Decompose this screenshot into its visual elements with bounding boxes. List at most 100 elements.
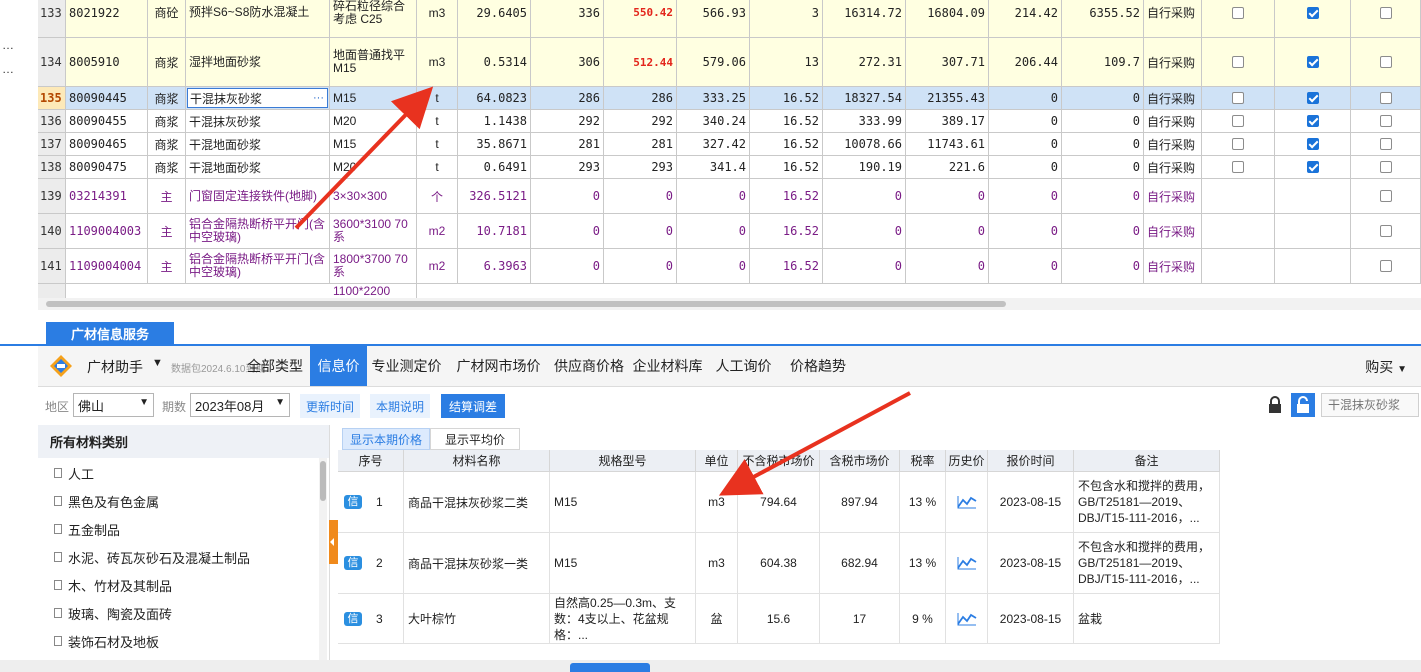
checkbox[interactable]	[1379, 161, 1392, 173]
cell-t2[interactable]: 0	[906, 179, 989, 214]
cell-name[interactable]: 干混抹灰砂浆 ···	[186, 87, 330, 110]
checkbox-cell[interactable]	[1275, 133, 1351, 156]
checkbox-cell[interactable]	[1202, 87, 1275, 110]
checkbox-cell[interactable]	[1202, 133, 1275, 156]
cell-p2[interactable]: 281	[604, 133, 677, 156]
cell-d1[interactable]: 0	[989, 249, 1062, 284]
cell-type[interactable]: 主	[148, 179, 186, 214]
column-header[interactable]: 不含税市场价	[738, 450, 820, 472]
checkbox[interactable]	[1306, 92, 1319, 104]
cell-p2[interactable]: 0	[604, 214, 677, 249]
cell-qty[interactable]: 64.0823	[458, 87, 531, 110]
ellipsis-button[interactable]: ···	[313, 92, 324, 104]
cell-spec[interactable]: 自然高0.25—0.3m、支数：4支以上、花盆规格：...	[550, 594, 696, 644]
cell-spec[interactable]: M20	[330, 156, 417, 179]
cell-t2[interactable]: 0	[906, 214, 989, 249]
checkbox[interactable]	[1379, 56, 1392, 68]
column-header[interactable]: 单位	[696, 450, 738, 472]
cell-p1[interactable]: 281	[531, 133, 604, 156]
scrollbar-thumb[interactable]	[46, 301, 1006, 307]
search-input[interactable]	[1321, 393, 1419, 417]
category-item[interactable]: 人工	[54, 463, 94, 483]
cell-tax-rate[interactable]: 13 %	[900, 472, 946, 533]
cell-p3[interactable]: 0	[677, 179, 750, 214]
checkbox[interactable]	[1232, 161, 1244, 173]
sidebar-scrollbar[interactable]	[319, 458, 327, 672]
checkbox[interactable]	[1379, 225, 1392, 237]
checkbox-cell[interactable]	[1202, 179, 1275, 214]
checkbox-cell[interactable]	[1275, 38, 1351, 87]
collapse-sidebar-handle[interactable]	[329, 520, 338, 564]
cell-unit[interactable]: 个	[417, 179, 458, 214]
update-time-button[interactable]: 更新时间	[300, 394, 360, 418]
checkbox-cell[interactable]	[1275, 249, 1351, 284]
cell-spec[interactable]: 碎石粒径综合考虑 C25	[330, 0, 417, 38]
cell-p1[interactable]: 293	[531, 156, 604, 179]
checkbox[interactable]	[1232, 6, 1244, 19]
table-row[interactable]: 141 1109004004 主铝合金隔热断桥平开门(含中空玻璃) 1800*3700…	[38, 249, 1421, 284]
category-item[interactable]: 黑色及有色金属	[54, 491, 159, 511]
cell-src[interactable]: 自行采购	[1144, 38, 1202, 87]
cell-src[interactable]: 自行采购	[1144, 133, 1202, 156]
brand-name[interactable]: 广材助手	[87, 357, 143, 377]
cell-spec[interactable]: 地面普通找平 M15	[330, 38, 417, 87]
trend-chart-icon[interactable]	[956, 612, 977, 626]
cell-spec[interactable]: M15	[550, 533, 696, 594]
cell-name[interactable]: 干混地面砂浆	[186, 133, 330, 156]
cell-p2[interactable]: 550.42	[604, 0, 677, 38]
cell-spec[interactable]: M15	[330, 87, 417, 110]
checkbox-cell[interactable]	[1351, 133, 1421, 156]
checkbox-cell[interactable]	[1351, 156, 1421, 179]
checkbox-cell[interactable]	[1275, 0, 1351, 38]
cell-d2[interactable]: 0	[1062, 249, 1144, 284]
cell-d1[interactable]: 206.44	[989, 38, 1062, 87]
table-row[interactable]: 137 80090465 商浆 干混地面砂浆 M15 t 35.8671 281 281 327.…	[38, 133, 1421, 156]
cell-unit[interactable]: m3	[696, 533, 738, 594]
cell-tax-rate[interactable]: 9 %	[900, 594, 946, 644]
cell-d2[interactable]: 0	[1062, 156, 1144, 179]
cell-p3[interactable]: 0	[677, 214, 750, 249]
cell-type[interactable]: 主	[148, 214, 186, 249]
cell-p1[interactable]: 306	[531, 38, 604, 87]
checkbox-cell[interactable]	[1202, 38, 1275, 87]
cell-p2[interactable]: 292	[604, 110, 677, 133]
cell-type[interactable]: 商浆	[148, 110, 186, 133]
cell-rate[interactable]: 16.52	[750, 87, 823, 110]
cell-code[interactable]: 80090465	[66, 133, 148, 156]
checkbox[interactable]	[1379, 190, 1392, 202]
cell-material-name[interactable]: 商品干混抹灰砂浆二类	[404, 472, 550, 533]
nav-tab-5[interactable]: 企业材料库	[627, 346, 708, 386]
checkbox-cell[interactable]	[1351, 110, 1421, 133]
cell-p3[interactable]: 340.24	[677, 110, 750, 133]
cell-d1[interactable]: 0	[989, 87, 1062, 110]
cell-d1[interactable]: 0	[989, 110, 1062, 133]
column-header[interactable]: 报价时间	[988, 450, 1074, 472]
checkbox[interactable]	[1232, 138, 1244, 150]
cell-src[interactable]: 自行采购	[1144, 249, 1202, 284]
cell-no[interactable]: 信2	[338, 533, 404, 594]
nav-tab-1[interactable]: 信息价	[310, 346, 367, 386]
cell-qty[interactable]: 0.5314	[458, 38, 531, 87]
cell-src[interactable]: 自行采购	[1144, 0, 1202, 38]
cell-d1[interactable]: 0	[989, 214, 1062, 249]
nav-tab-7[interactable]: 价格趋势	[779, 346, 857, 386]
cell-code[interactable]: 03214391	[66, 179, 148, 214]
cell-rate[interactable]: 16.52	[750, 249, 823, 284]
checkbox[interactable]	[1306, 115, 1319, 127]
cell-t1[interactable]: 16314.72	[823, 0, 906, 38]
cell-spec[interactable]: M15	[330, 133, 417, 156]
category-item[interactable]: 水泥、砖瓦灰砂石及混凝土制品	[54, 547, 250, 567]
tab-average-price[interactable]: 显示平均价	[430, 428, 520, 450]
cell-material-name[interactable]: 大叶棕竹	[404, 594, 550, 644]
name-edit-field[interactable]: 干混抹灰砂浆 ···	[187, 88, 328, 108]
cell-quote-date[interactable]: 2023-08-15	[988, 472, 1074, 533]
cell-rate[interactable]: 13	[750, 38, 823, 87]
cell-unit[interactable]: t	[417, 133, 458, 156]
checkbox-cell[interactable]	[1351, 214, 1421, 249]
checkbox[interactable]	[1379, 92, 1392, 104]
column-header[interactable]: 历史价	[946, 450, 988, 472]
cell-t1[interactable]: 333.99	[823, 110, 906, 133]
trend-chart-icon[interactable]	[956, 556, 977, 570]
cell-t1[interactable]: 0	[823, 179, 906, 214]
nav-tab-3[interactable]: 广材网市场价	[446, 346, 551, 386]
